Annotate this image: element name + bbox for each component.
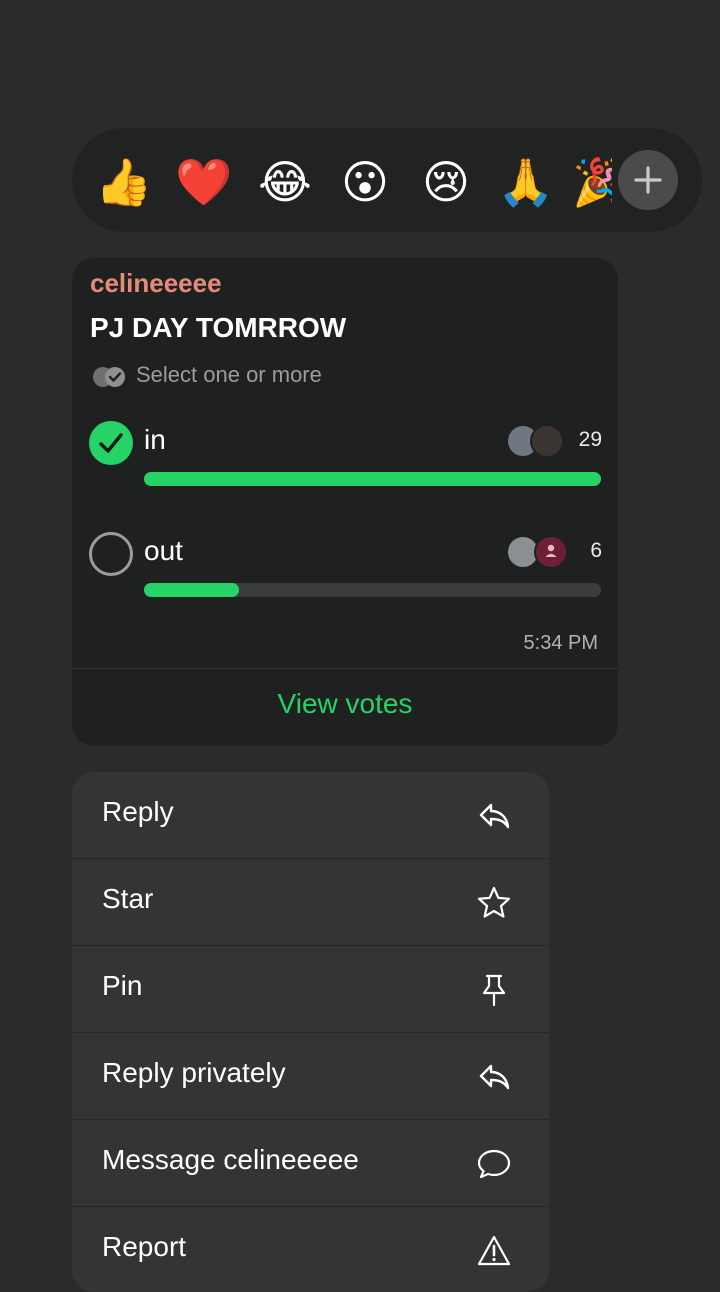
voter-avatars[interactable]: [506, 535, 568, 571]
option-label: in: [144, 424, 166, 455]
star-icon: [477, 886, 511, 918]
poll-option-in[interactable]: in 29: [72, 420, 618, 510]
poll-option-out[interactable]: out 6: [72, 531, 618, 621]
vote-count: 29: [578, 428, 602, 451]
vote-progress-bar: [144, 583, 601, 597]
menu-item-pin[interactable]: Pin: [72, 946, 549, 1033]
reply-privately-icon: [479, 1064, 510, 1090]
context-menu: Reply Star Pin Reply privately Message c…: [72, 772, 549, 1292]
thumbs-up-emoji[interactable]: 👍: [94, 152, 154, 212]
praying-hands-emoji[interactable]: 🙏: [496, 152, 556, 212]
pin-icon: [482, 974, 506, 1007]
message-bubble-icon: [477, 1149, 511, 1179]
menu-item-label: Reply: [102, 796, 174, 827]
person-icon: [545, 544, 557, 557]
red-heart-emoji[interactable]: ❤️: [174, 152, 234, 212]
menu-item-message[interactable]: Message celineeeee: [72, 1120, 549, 1207]
voter-avatars[interactable]: [506, 424, 566, 460]
menu-item-label: Report: [102, 1231, 187, 1262]
menu-item-report[interactable]: Report: [72, 1207, 549, 1292]
select-hint-text: Select one or more: [136, 362, 322, 387]
vote-progress-fill: [144, 583, 239, 597]
menu-item-label: Message celineeeee: [102, 1144, 359, 1175]
reaction-bar: 👍 ❤️ 😂 😮 😢 🙏 🎉: [72, 128, 702, 232]
checked-circle-icon[interactable]: [88, 420, 134, 466]
poll-question: PJ DAY TOMRROW: [90, 312, 347, 343]
more-reactions-button[interactable]: [618, 150, 678, 210]
vote-progress-fill: [144, 472, 601, 486]
warning-icon: [477, 1235, 511, 1266]
message-time: 5:34 PM: [523, 632, 598, 654]
empty-circle-icon[interactable]: [88, 531, 134, 577]
reply-icon: [479, 803, 510, 829]
divider: [72, 668, 618, 669]
plus-icon: [634, 166, 662, 194]
menu-item-reply-privately[interactable]: Reply privately: [72, 1033, 549, 1120]
menu-item-label: Star: [102, 883, 154, 914]
crying-emoji[interactable]: 😢: [416, 152, 476, 212]
laughing-tears-emoji[interactable]: 😂: [255, 152, 315, 212]
poll-message-card[interactable]: celineeeee PJ DAY TOMRROW Select one or …: [72, 258, 618, 746]
sender-name: celineeeee: [90, 268, 222, 298]
option-label: out: [144, 535, 183, 566]
surprised-emoji[interactable]: 😮: [335, 152, 395, 212]
view-votes-button[interactable]: View votes: [72, 688, 618, 720]
menu-item-label: Reply privately: [102, 1057, 286, 1088]
avatar: [530, 424, 564, 458]
vote-progress-bar: [144, 472, 601, 486]
menu-item-star[interactable]: Star: [72, 859, 549, 946]
menu-item-label: Pin: [102, 970, 143, 1001]
double-check-icon: [93, 367, 125, 387]
avatar: [534, 535, 568, 569]
party-popper-emoji[interactable]: 🎉: [572, 152, 612, 212]
menu-item-reply[interactable]: Reply: [72, 772, 549, 859]
vote-count: 6: [590, 539, 602, 562]
